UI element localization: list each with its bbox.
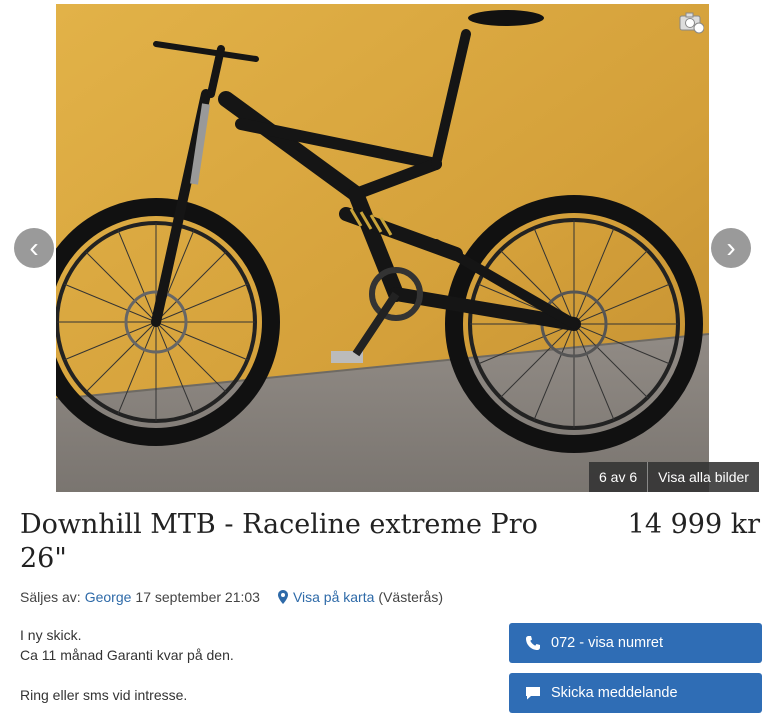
location: (Västerås) (378, 589, 443, 605)
listing-title: Downhill MTB - Raceline extreme Pro 26" (20, 509, 538, 574)
gallery-counter-bar: 6 av 6 Visa alla bilder (589, 462, 759, 492)
show-phone-label: 072 - visa numret (551, 635, 664, 651)
image-counter: 6 av 6 (589, 462, 649, 492)
map-pin-icon (277, 590, 288, 604)
listing-photo[interactable] (56, 4, 709, 492)
description-line: Ring eller sms vid intresse. (20, 687, 188, 703)
posted-date: 17 september 21:03 (135, 589, 260, 605)
image-gallery: ‹ › 6 av 6 Visa alla bilder (0, 0, 772, 492)
chevron-left-icon[interactable]: ‹ (14, 228, 54, 268)
phone-icon (526, 636, 540, 650)
camera-icon (678, 10, 705, 34)
listing-meta: Säljes av: George 17 september 21:03 Vis… (20, 589, 443, 605)
seller-prefix: Säljes av: (20, 589, 81, 605)
message-icon (526, 687, 540, 700)
show-phone-button[interactable]: 072 - visa numret (509, 623, 762, 663)
seller-link[interactable]: George (85, 589, 132, 605)
map-link[interactable]: Visa på karta (293, 589, 374, 605)
description-line: Ca 11 månad Garanti kvar på den. (20, 647, 234, 663)
description-line: I ny skick. (20, 627, 82, 643)
show-all-images-button[interactable]: Visa alla bilder (648, 462, 759, 492)
send-message-button[interactable]: Skicka meddelande (509, 673, 762, 713)
listing-description: I ny skick. Ca 11 månad Garanti kvar på … (20, 625, 234, 705)
listing-price: 14 999 kr (627, 509, 760, 540)
description-line (20, 665, 234, 685)
send-message-label: Skicka meddelande (551, 685, 678, 701)
chevron-right-icon[interactable]: › (711, 228, 751, 268)
